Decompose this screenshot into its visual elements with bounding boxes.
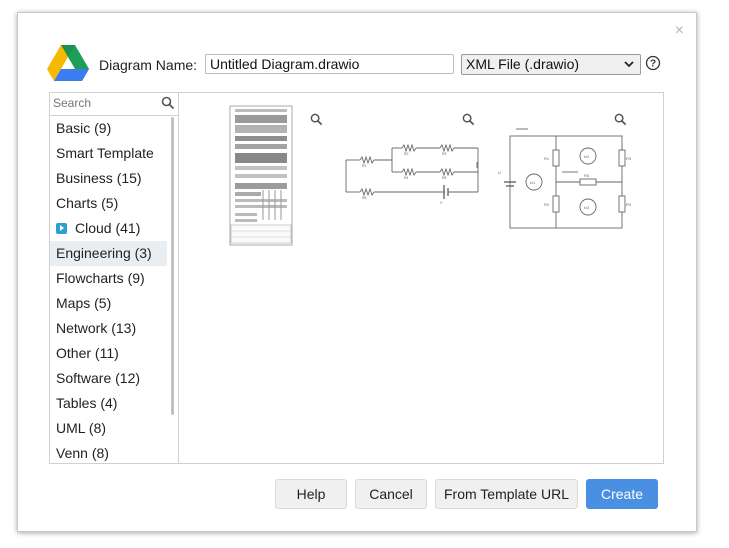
svg-text:R4: R4	[404, 176, 409, 180]
template-preview-area: R1 R2 R3 R4 R5 R6 V R1 R3 R2 R4 R5 U Ix1…	[178, 92, 664, 464]
search-input[interactable]	[53, 93, 153, 113]
category-label: Flowcharts (9)	[56, 270, 145, 286]
svg-text:R3: R3	[442, 152, 447, 156]
template-category-list: Basic (9) Smart Template Business (15) Char…	[49, 92, 179, 464]
help-icon[interactable]: ?	[645, 55, 661, 71]
svg-text:R2: R2	[544, 202, 550, 207]
template-thumbnail-mesh-circuit[interactable]: R1 R3 R2 R4 R5 U Ix1 Ix2 Ix3	[496, 124, 636, 230]
google-drive-logo-icon	[47, 45, 89, 81]
diagram-name-label: Diagram Name:	[99, 57, 198, 73]
help-button[interactable]: Help	[275, 479, 347, 509]
svg-text:R5: R5	[584, 173, 590, 178]
cloud-badge-icon	[56, 223, 67, 234]
svg-text:R3: R3	[626, 156, 632, 161]
category-item[interactable]: Business (15)	[50, 166, 179, 191]
zoom-icon[interactable]	[462, 113, 475, 126]
close-icon[interactable]: ×	[675, 23, 684, 39]
template-thumbnail-resistor-circuit[interactable]: R1 R2 R3 R4 R5 R6 V	[344, 138, 486, 208]
create-button[interactable]: Create	[586, 479, 658, 509]
svg-text:R1: R1	[362, 164, 367, 168]
category-label: Smart Template	[56, 145, 154, 161]
format-select[interactable]: XML File (.drawio)	[461, 54, 641, 75]
search-icon[interactable]	[161, 96, 175, 110]
category-item[interactable]: Smart Template	[50, 141, 179, 166]
svg-text:R4: R4	[626, 202, 632, 207]
category-item[interactable]: Engineering (3)	[50, 241, 167, 266]
zoom-icon[interactable]	[614, 113, 627, 126]
sidebar-scrollbar[interactable]	[171, 117, 174, 415]
category-label: Charts (5)	[56, 195, 119, 211]
category-list: Basic (9) Smart Template Business (15) Char…	[50, 116, 179, 463]
svg-text:R2: R2	[404, 152, 409, 156]
search-box	[50, 93, 179, 116]
category-item[interactable]: Flowcharts (9)	[50, 266, 179, 291]
category-item[interactable]: Basic (9)	[50, 116, 179, 141]
category-item[interactable]: Venn (8)	[50, 441, 179, 463]
category-item[interactable]: Other (11)	[50, 341, 179, 366]
svg-text:Ix2: Ix2	[584, 154, 590, 159]
svg-text:Ix1: Ix1	[530, 180, 536, 185]
category-label: Basic (9)	[56, 120, 112, 136]
category-label: Venn (8)	[56, 445, 109, 461]
diagram-name-input[interactable]	[205, 54, 454, 74]
svg-text:R1: R1	[544, 156, 550, 161]
chevron-down-icon	[624, 61, 634, 68]
category-item[interactable]: Software (12)	[50, 366, 179, 391]
category-label: Cloud (41)	[75, 220, 141, 236]
svg-text:U: U	[498, 170, 501, 175]
category-item[interactable]: Charts (5)	[50, 191, 179, 216]
category-label: Other (11)	[56, 345, 119, 361]
svg-text:R6: R6	[362, 196, 367, 200]
zoom-icon[interactable]	[310, 113, 323, 126]
category-label: Software (12)	[56, 370, 141, 386]
category-label: Engineering (3)	[56, 245, 152, 261]
category-item[interactable]: Tables (4)	[50, 391, 179, 416]
category-item[interactable]: UML (8)	[50, 416, 179, 441]
category-label: Tables (4)	[56, 395, 118, 411]
category-item[interactable]: Cloud (41)	[50, 216, 179, 241]
format-select-value: XML File (.drawio)	[466, 56, 580, 72]
category-label: UML (8)	[56, 420, 107, 436]
category-label: Network (13)	[56, 320, 137, 336]
from-template-url-button[interactable]: From Template URL	[435, 479, 578, 509]
help-icon-glyph: ?	[650, 59, 656, 70]
category-item[interactable]: Network (13)	[50, 316, 179, 341]
svg-text:V: V	[440, 201, 443, 205]
category-item[interactable]: Maps (5)	[50, 291, 179, 316]
template-thumbnail-rack[interactable]	[229, 105, 293, 246]
category-label: Business (15)	[56, 170, 142, 186]
svg-text:R5: R5	[442, 176, 447, 180]
cancel-button[interactable]: Cancel	[355, 479, 427, 509]
svg-text:Ix3: Ix3	[584, 205, 590, 210]
category-label: Maps (5)	[56, 295, 112, 311]
new-diagram-dialog: × Diagram Name: XML File (.drawio) ? Bas…	[17, 12, 697, 532]
